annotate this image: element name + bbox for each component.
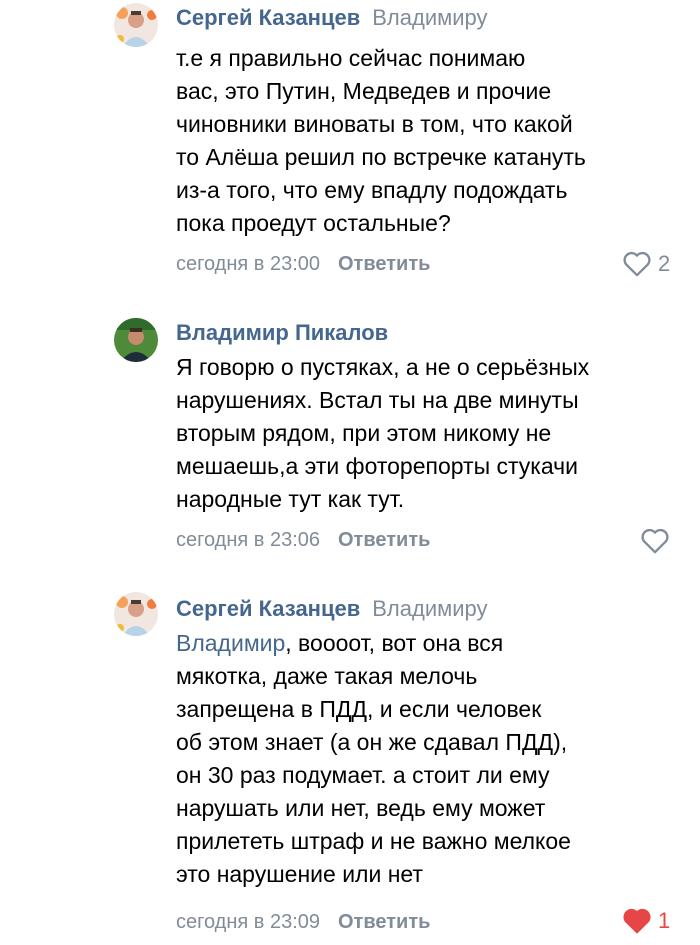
like-button[interactable]: 2 bbox=[622, 250, 670, 277]
reply-to-link[interactable]: Владимиру bbox=[372, 5, 487, 30]
comment-text-line: мешаешь,а эти фоторепорты стукачи bbox=[176, 453, 578, 479]
avatar[interactable] bbox=[114, 318, 158, 362]
user-avatar-photo-icon bbox=[114, 318, 158, 362]
comment-text-line: вас, это Путин, Медведев и прочие bbox=[176, 78, 552, 104]
reply-button[interactable]: Ответить bbox=[338, 911, 430, 933]
comment-header: Владимир Пикалов bbox=[176, 318, 388, 348]
comment-text-line: то Алёша решил по встречке катануть bbox=[176, 144, 586, 170]
comment-timestamp: сегодня в 23:09 bbox=[176, 911, 320, 933]
heart-outline-icon bbox=[623, 251, 651, 277]
user-avatar-photo-icon bbox=[114, 3, 158, 47]
avatar[interactable] bbox=[114, 3, 158, 47]
comment-text-line: нарушениях. Встал ты на две минуты bbox=[176, 387, 579, 413]
heart-outline-icon bbox=[641, 528, 669, 554]
comment-timestamp: сегодня в 23:06 bbox=[176, 529, 320, 551]
comment-text-line: чиновники виноваты в том, что какой bbox=[176, 111, 573, 137]
comment-header: Сергей Казанцев Владимиру bbox=[176, 3, 488, 33]
comment-header: Сергей Казанцев Владимиру bbox=[176, 594, 488, 624]
author-name-link[interactable]: Владимир Пикалов bbox=[176, 320, 388, 345]
comment-text-line: мякотка, даже такая мелочь bbox=[176, 663, 478, 689]
comment-text-line: вторым рядом, при этом никому не bbox=[176, 420, 552, 446]
comment-timestamp: сегодня в 23:00 bbox=[176, 253, 320, 275]
like-button[interactable] bbox=[640, 527, 676, 554]
heart-filled-icon bbox=[623, 908, 651, 934]
comment-text-line: прилететь штраф и не важно мелкое bbox=[176, 828, 571, 854]
comment-text-line: пока проедут остальные? bbox=[176, 210, 451, 236]
reply-button[interactable]: Ответить bbox=[338, 253, 430, 275]
comment-text-line: запрещена в ПДД, и если человек bbox=[176, 696, 542, 722]
like-count: 2 bbox=[658, 250, 671, 276]
comment-text-line: из-а того, что ему впадлу подождать bbox=[176, 177, 568, 203]
comment-text-fragment: , воооот, вот она вся bbox=[285, 630, 504, 656]
reply-button[interactable]: Ответить bbox=[338, 529, 430, 551]
avatar[interactable] bbox=[114, 592, 158, 636]
comment-text-line: т.е я правильно сейчас понимаю bbox=[176, 45, 526, 71]
author-name-link[interactable]: Сергей Казанцев bbox=[176, 5, 360, 30]
like-button[interactable]: 1 bbox=[622, 907, 670, 934]
comment-text-line: Владимир, воооот, вот она вся bbox=[176, 627, 676, 660]
reply-to-link[interactable]: Владимиру bbox=[372, 596, 487, 621]
comment-text-line: нарушать или нет, ведь ему может bbox=[176, 795, 546, 821]
comment-text: Я говорю о пустяках, а не о серьёзных на… bbox=[176, 351, 676, 516]
comment-text-line: народные тут как тут. bbox=[176, 486, 405, 512]
comment-footer: сегодня в 23:00 Ответить bbox=[176, 251, 430, 277]
comment-footer: сегодня в 23:06 Ответить bbox=[176, 527, 430, 553]
comment-footer: сегодня в 23:09 Ответить bbox=[176, 909, 430, 935]
comment-text: т.е я правильно сейчас понимаю вас, это … bbox=[176, 42, 676, 240]
comment-text-line: об этом знает (а он же сдавал ПДД), bbox=[176, 729, 568, 755]
like-count: 1 bbox=[658, 907, 671, 933]
comment-text-line: Я говорю о пустяках, а не о серьёзных bbox=[176, 354, 590, 380]
comment-text: Владимир, воооот, вот она вся мякотка, д… bbox=[176, 627, 676, 891]
user-avatar-photo-icon bbox=[114, 592, 158, 636]
author-name-link[interactable]: Сергей Казанцев bbox=[176, 596, 360, 621]
mention-link[interactable]: Владимир bbox=[176, 630, 285, 656]
comment-text-line: это нарушение или нет bbox=[176, 861, 423, 887]
comment-text-line: он 30 раз подумает. а стоит ли ему bbox=[176, 762, 550, 788]
